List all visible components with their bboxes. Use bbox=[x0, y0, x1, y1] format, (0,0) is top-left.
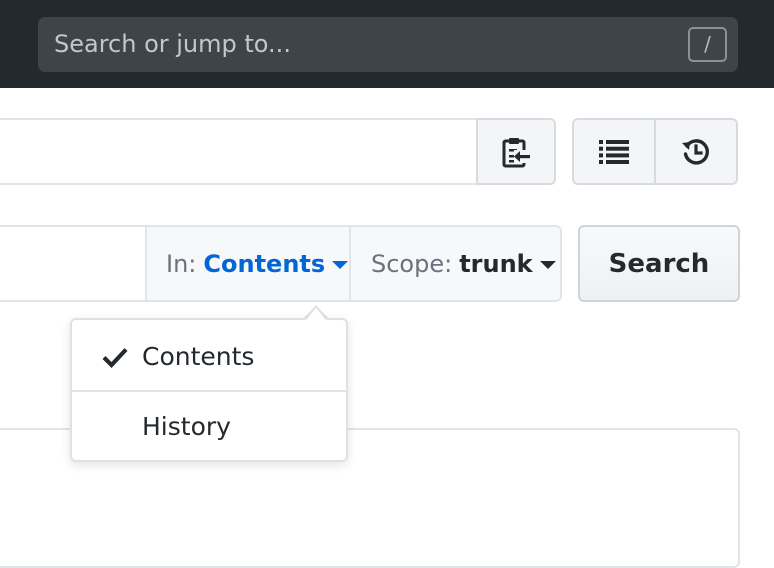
list-view-button[interactable] bbox=[572, 118, 656, 185]
dropdown-item-contents[interactable]: Contents bbox=[72, 322, 346, 392]
in-selector-value: Contents bbox=[203, 249, 326, 278]
list-unordered-icon bbox=[599, 139, 629, 164]
dropdown-item-history[interactable]: History bbox=[72, 392, 346, 462]
in-dropdown-menu: Contents History bbox=[70, 318, 348, 462]
dropdown-item-label: Contents bbox=[142, 342, 255, 371]
chevron-down-icon bbox=[539, 260, 556, 269]
in-selector-label: In: bbox=[166, 249, 197, 278]
dropdown-item-label: History bbox=[142, 412, 231, 441]
check-icon bbox=[102, 348, 128, 368]
code-search-query-input[interactable] bbox=[0, 225, 147, 302]
global-search-input[interactable]: Search or jump to... / bbox=[38, 17, 738, 72]
copy-path-button[interactable] bbox=[476, 118, 556, 185]
in-selector-button[interactable]: In: Contents bbox=[145, 225, 351, 302]
search-button[interactable]: Search bbox=[578, 225, 740, 302]
path-input[interactable] bbox=[0, 118, 477, 185]
chevron-down-icon bbox=[332, 260, 349, 269]
top-header: Search or jump to... / bbox=[0, 0, 774, 88]
search-shortcut-key: / bbox=[688, 27, 727, 62]
search-placeholder: Search or jump to... bbox=[54, 30, 291, 58]
scope-selector-button[interactable]: Scope: trunk bbox=[349, 225, 562, 302]
clipboard-copy-icon bbox=[502, 137, 531, 167]
scope-selector-label: Scope: bbox=[371, 249, 453, 278]
dropdown-pointer-fill bbox=[306, 308, 326, 320]
scope-selector-value: trunk bbox=[459, 249, 533, 278]
history-button[interactable] bbox=[654, 118, 738, 185]
history-icon bbox=[682, 138, 709, 165]
